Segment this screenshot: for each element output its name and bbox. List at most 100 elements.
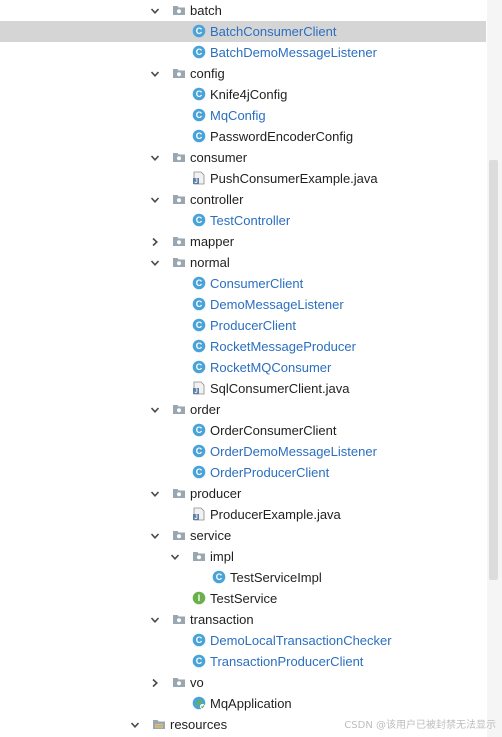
file-label: DemoLocalTransactionChecker [210,633,392,648]
chevron-down-icon[interactable] [148,147,162,168]
tree-row[interactable]: C DemoMessageListener [0,294,486,315]
folder-label: batch [190,3,222,18]
chevron-down-icon[interactable] [148,252,162,273]
tree-row[interactable]: C BatchDemoMessageListener [0,42,486,63]
tree-row[interactable]: consumer [0,147,486,168]
svg-text:C: C [196,362,203,372]
tree-row[interactable]: J SqlConsumerClient.java [0,378,486,399]
tree-row[interactable]: config [0,63,486,84]
package-folder-icon [192,549,206,563]
svg-text:J: J [194,179,197,185]
svg-text:C: C [196,425,203,435]
tree-row[interactable]: J ProducerExample.java [0,504,486,525]
tree-row[interactable]: vo [0,672,486,693]
file-label: SqlConsumerClient.java [210,381,350,396]
watermark-text: CSDN @该用户已被封禁无法显示 [344,720,496,731]
svg-text:J: J [194,389,197,395]
folder-label: producer [190,486,242,501]
file-label: BatchDemoMessageListener [210,45,377,60]
svg-text:C: C [196,26,203,36]
chevron-down-icon[interactable] [148,399,162,420]
vertical-scrollbar[interactable] [487,0,502,737]
java-class-icon: C [192,633,206,647]
tree-row[interactable]: C OrderDemoMessageListener [0,441,486,462]
folder-label: resources [170,717,228,732]
chevron-right-icon[interactable] [148,672,162,693]
java-class-icon: C [192,108,206,122]
package-folder-icon [172,402,186,416]
file-label: BatchConsumerClient [210,24,337,39]
folder-label: config [190,66,225,81]
folder-label: normal [190,255,230,270]
tree-row[interactable]: C DemoLocalTransactionChecker [0,630,486,651]
file-label: PushConsumerExample.java [210,171,378,186]
chevron-down-icon[interactable] [128,714,142,735]
svg-text:C: C [196,341,203,351]
svg-text:C: C [196,467,203,477]
project-tree: batch C BatchConsumerClient C BatchDemoMessa… [0,0,486,735]
tree-row[interactable]: C Knife4jConfig [0,84,486,105]
tree-row[interactable]: I TestService [0,588,486,609]
java-class-icon: C [192,318,206,332]
tree-row[interactable]: C TestServiceImpl [0,567,486,588]
chevron-down-icon[interactable] [148,63,162,84]
chevron-down-icon[interactable] [148,525,162,546]
tree-row[interactable]: C OrderConsumerClient [0,420,486,441]
file-label: TransactionProducerClient [210,654,364,669]
chevron-down-icon[interactable] [148,0,162,21]
file-label: OrderConsumerClient [210,423,337,438]
java-class-icon: C [192,24,206,38]
svg-text:C: C [196,89,203,99]
tree-row[interactable]: transaction [0,609,486,630]
file-label: DemoMessageListener [210,297,344,312]
file-label: OrderProducerClient [210,465,330,480]
svg-text:C: C [196,47,203,57]
folder-label: service [190,528,232,543]
file-label: TestServiceImpl [230,570,322,585]
tree-row[interactable]: C TestController [0,210,486,231]
tree-row[interactable]: C TransactionProducerClient [0,651,486,672]
tree-row[interactable]: batch [0,0,486,21]
chevron-right-icon[interactable] [148,231,162,252]
java-class-icon: C [192,129,206,143]
package-folder-icon [172,66,186,80]
tree-row[interactable]: MqApplication [0,693,486,714]
java-class-icon: C [192,423,206,437]
chevron-down-icon[interactable] [168,546,182,567]
svg-text:C: C [196,110,203,120]
tree-row[interactable]: C OrderProducerClient [0,462,486,483]
folder-label: transaction [190,612,254,627]
tree-row[interactable]: producer [0,483,486,504]
file-label: ProducerExample.java [210,507,341,522]
folder-label: impl [210,549,234,564]
tree-row[interactable]: controller [0,189,486,210]
file-label: TestService [210,591,278,606]
tree-row[interactable]: mapper [0,231,486,252]
tree-row[interactable]: service [0,525,486,546]
tree-row[interactable]: C RocketMessageProducer [0,336,486,357]
tree-row[interactable]: C PasswordEncoderConfig [0,126,486,147]
chevron-down-icon[interactable] [148,189,162,210]
tree-row[interactable]: impl [0,546,486,567]
folder-label: controller [190,192,244,207]
tree-row[interactable]: C ConsumerClient [0,273,486,294]
chevron-down-icon[interactable] [148,609,162,630]
file-label: TestController [210,213,291,228]
tree-row[interactable]: C MqConfig [0,105,486,126]
scrollbar-thumb[interactable] [489,160,498,580]
java-class-icon: C [192,276,206,290]
svg-text:J: J [194,515,197,521]
svg-text:C: C [196,446,203,456]
tree-row[interactable]: normal [0,252,486,273]
tree-row[interactable]: order [0,399,486,420]
java-class-icon: C [192,444,206,458]
svg-text:C: C [216,572,223,582]
chevron-down-icon[interactable] [148,483,162,504]
svg-text:I: I [198,593,201,603]
file-label: MqApplication [210,696,292,711]
tree-row[interactable]: C RocketMQConsumer [0,357,486,378]
tree-row[interactable]: C ProducerClient [0,315,486,336]
spring-boot-app-icon [192,696,206,710]
tree-row[interactable]: C BatchConsumerClient [0,21,486,42]
tree-row[interactable]: J PushConsumerExample.java [0,168,486,189]
